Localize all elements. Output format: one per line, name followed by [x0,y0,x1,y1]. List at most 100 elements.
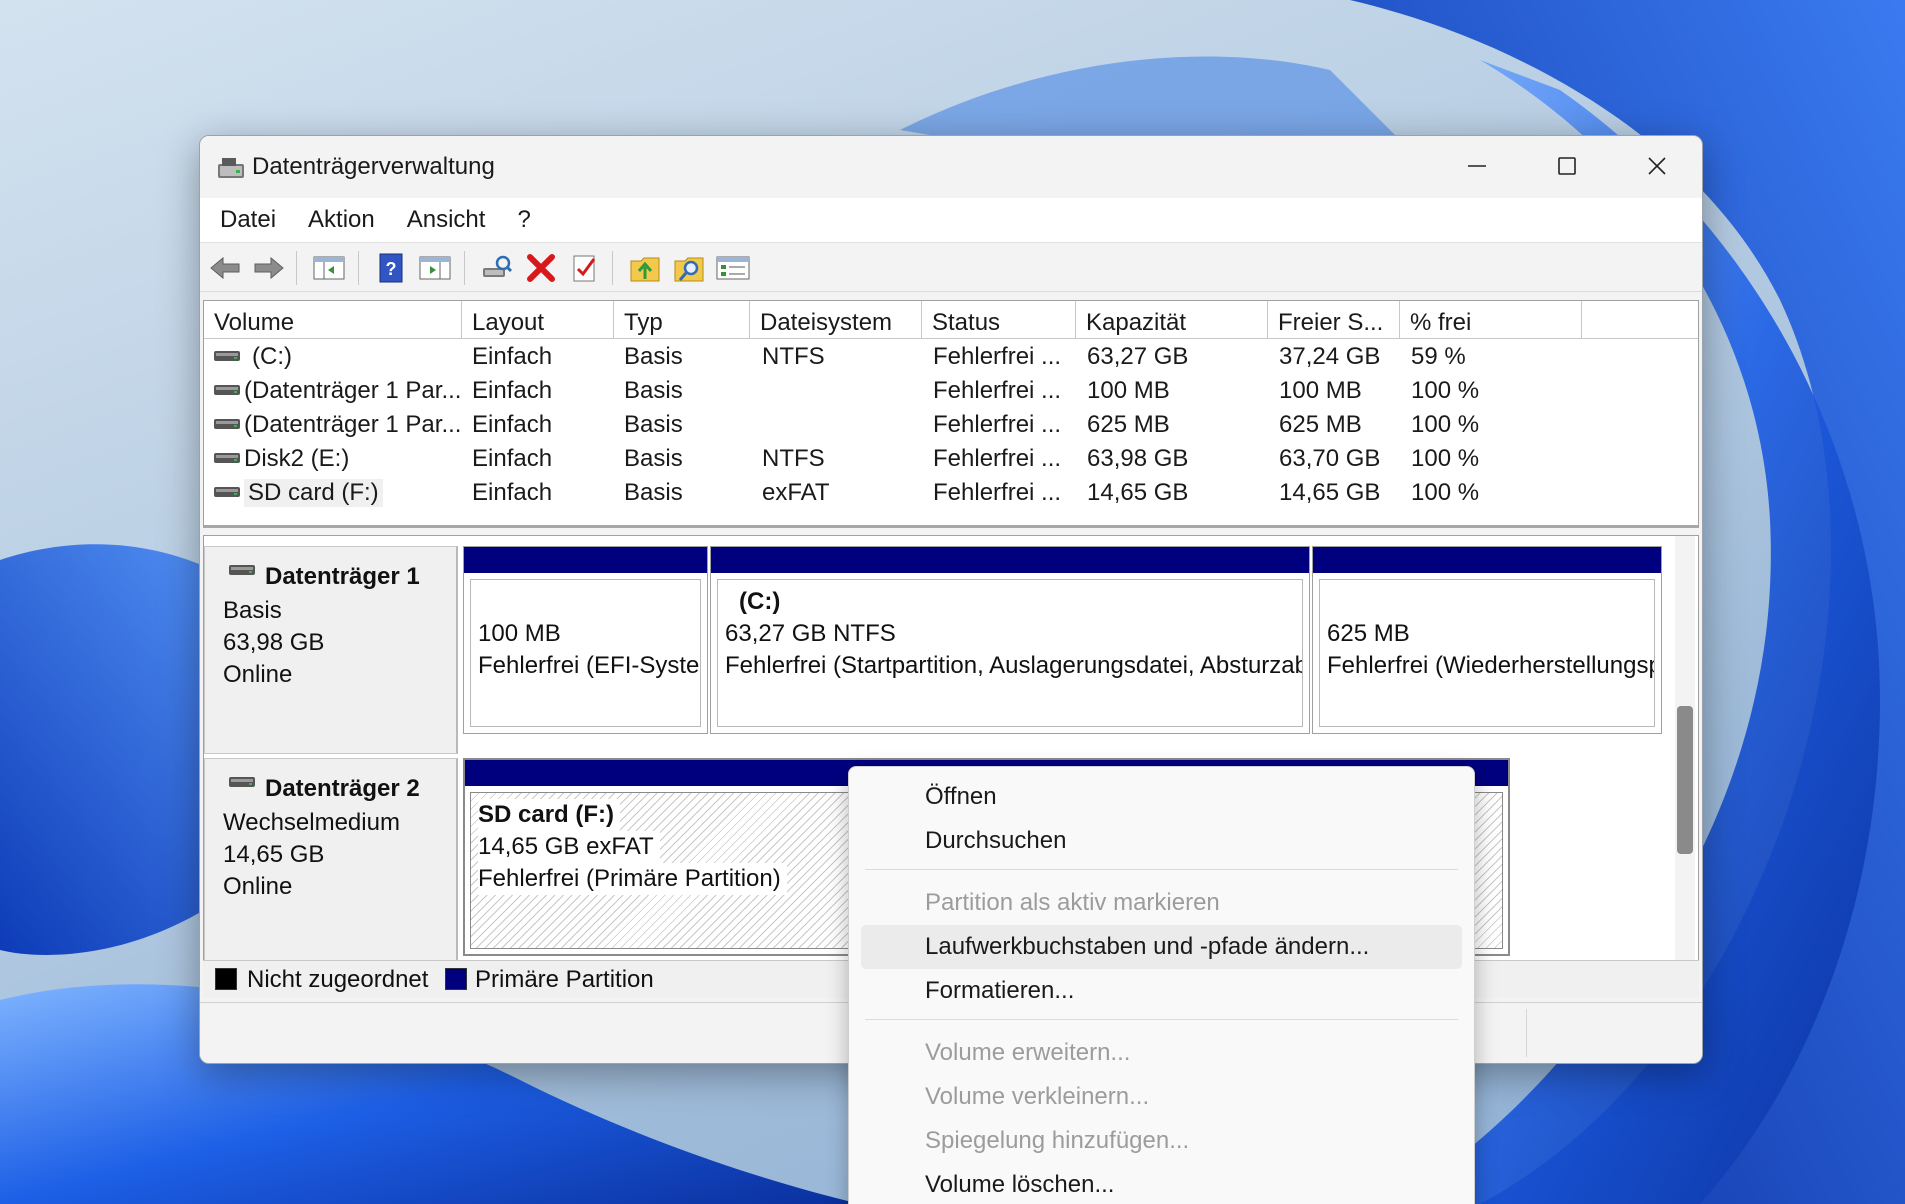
cell-volume: Disk2 (E:) [244,445,350,472]
cell-prozent-frei: 59 % [1411,343,1466,370]
disk-1-label[interactable]: Datenträger 1 Basis 63,98 GB Online [204,546,458,754]
cell-kapazitaet: 100 MB [1087,377,1170,404]
drive-icon [214,453,240,463]
svg-text:?: ? [386,259,397,279]
properties-button[interactable] [568,251,602,285]
menu-item-durchsuchen[interactable]: Durchsuchen [861,819,1462,863]
cell-typ: Basis [624,479,683,506]
help-icon: ? [379,253,403,283]
table-row[interactable]: SD card (F:) Einfach Basis exFAT Fehlerf… [204,475,1698,509]
column-header-volume[interactable]: Volume [204,301,462,339]
toolbar: ? [200,242,1702,292]
column-header-layout[interactable]: Layout [462,301,614,339]
menu-datei[interactable]: Datei [220,206,276,234]
cell-layout: Einfach [472,479,553,506]
search-folder-icon [674,257,704,282]
menu-bar: Datei Aktion Ansicht ? [200,198,1702,242]
partition-bar [711,547,1309,573]
cell-volume: SD card (F:) [244,479,383,507]
partition-size: 625 MB [1327,620,1410,647]
cell-typ: Basis [624,411,683,438]
scrollbar-thumb[interactable] [1677,706,1693,854]
partition-bar [1313,547,1661,573]
partition-body: (C:) 63,27 GB NTFS Fehlerfrei (Startpart… [717,579,1303,727]
table-row[interactable]: (C:) Einfach Basis NTFS Fehlerfrei ... 6… [204,339,1698,373]
partition-c[interactable]: (C:) 63,27 GB NTFS Fehlerfrei (Startpart… [710,546,1310,734]
disk-management-app-icon [216,156,246,182]
cell-status: Fehlerfrei ... [933,445,1062,472]
minimize-icon [1468,165,1486,167]
forward-arrow-icon [254,256,284,280]
drive-icon [214,419,240,429]
disk-1-type: Basis [223,597,282,624]
column-header-status[interactable]: Status [922,301,1076,339]
properties-check-icon [573,255,596,282]
menu-item-partition-aktiv[interactable]: Partition als aktiv markieren [861,881,1462,925]
cell-freier-speicher: 63,70 GB [1279,445,1381,472]
menu-item-formatieren[interactable]: Formatieren... [861,969,1462,1013]
menu-item-spiegelung-hinzufuegen[interactable]: Spiegelung hinzufügen... [861,1119,1462,1163]
partition-recovery[interactable]: 625 MB Fehlerfrei (Wiederherstellungspar… [1312,546,1662,734]
settings-list-button[interactable] [716,251,750,285]
cell-kapazitaet: 63,98 GB [1087,445,1189,472]
cell-typ: Basis [624,377,683,404]
search-button[interactable] [672,251,706,285]
drive-icon [214,487,240,497]
menu-item-volume-erweitern[interactable]: Volume erweitern... [861,1031,1462,1075]
menu-item-volume-loeschen[interactable]: Volume löschen... [861,1163,1462,1204]
column-header-prozent-frei[interactable]: % frei [1400,301,1582,339]
export-list-button[interactable] [628,251,662,285]
cell-layout: Einfach [472,445,553,472]
partition-body: 625 MB Fehlerfrei (Wiederherstellungspar… [1319,579,1655,727]
cell-dateisystem: NTFS [762,343,825,370]
cell-dateisystem: exFAT [762,479,830,506]
connect-drive-icon [483,255,513,277]
graphical-view-scrollbar[interactable] [1675,536,1695,997]
table-row[interactable]: (Datenträger 1 Par... Einfach Basis Fehl… [204,373,1698,407]
menu-separator [865,869,1458,870]
table-row[interactable]: Disk2 (E:) Einfach Basis NTFS Fehlerfrei… [204,441,1698,475]
cell-freier-speicher: 37,24 GB [1279,343,1381,370]
delete-button[interactable] [524,251,558,285]
cell-freier-speicher: 625 MB [1279,411,1362,438]
column-header-freier-speicher[interactable]: Freier S... [1268,301,1400,339]
column-header-dateisystem[interactable]: Dateisystem [750,301,922,339]
delete-icon [527,254,555,282]
toolbar-separator [464,251,465,285]
column-header-kapazitaet[interactable]: Kapazität [1076,301,1268,339]
menu-item-oeffnen[interactable]: Öffnen [861,775,1462,819]
partition-name [478,586,700,618]
forward-button[interactable] [252,251,286,285]
cell-status: Fehlerfrei ... [933,377,1062,404]
close-button[interactable] [1612,136,1702,196]
menu-item-volume-verkleinern[interactable]: Volume verkleinern... [861,1075,1462,1119]
back-button[interactable] [208,251,242,285]
disk-2-label[interactable]: Datenträger 2 Wechselmedium 14,65 GB Onl… [204,758,458,968]
context-menu: Öffnen Durchsuchen Partition als aktiv m… [848,766,1475,1204]
column-header-typ[interactable]: Typ [614,301,750,339]
menu-help[interactable]: ? [517,206,530,234]
menu-ansicht[interactable]: Ansicht [407,206,486,234]
partition-bar [464,547,707,573]
partition-status: Fehlerfrei (Startpartition, Auslagerungs… [725,652,1302,679]
connect-virtual-disk-button[interactable] [480,251,514,285]
help-button[interactable]: ? [374,251,408,285]
drive-icon [214,385,240,395]
cell-freier-speicher: 100 MB [1279,377,1362,404]
show-hide-console-tree-button[interactable] [312,251,346,285]
title-bar[interactable]: Datenträgerverwaltung [200,136,1702,196]
menu-item-laufwerkbuchstaben-aendern[interactable]: Laufwerkbuchstaben und -pfade ändern... [861,925,1462,969]
table-row[interactable]: (Datenträger 1 Par... Einfach Basis Fehl… [204,407,1698,441]
menu-aktion[interactable]: Aktion [308,206,375,234]
show-hide-action-pane-button[interactable] [418,251,452,285]
partition-status: Fehlerfrei (EFI-Systempartition) [478,652,700,679]
toolbar-separator [358,251,359,285]
cell-typ: Basis [624,343,683,370]
cell-volume: (C:) [252,343,292,370]
minimize-button[interactable] [1432,136,1522,196]
partition-efi[interactable]: 100 MB Fehlerfrei (EFI-Systempartition) [463,546,708,734]
partition-status: Fehlerfrei (Wiederherstellungspartition) [1327,652,1654,679]
cell-layout: Einfach [472,377,553,404]
partition-size: 100 MB [478,620,561,647]
maximize-button[interactable] [1522,136,1612,196]
